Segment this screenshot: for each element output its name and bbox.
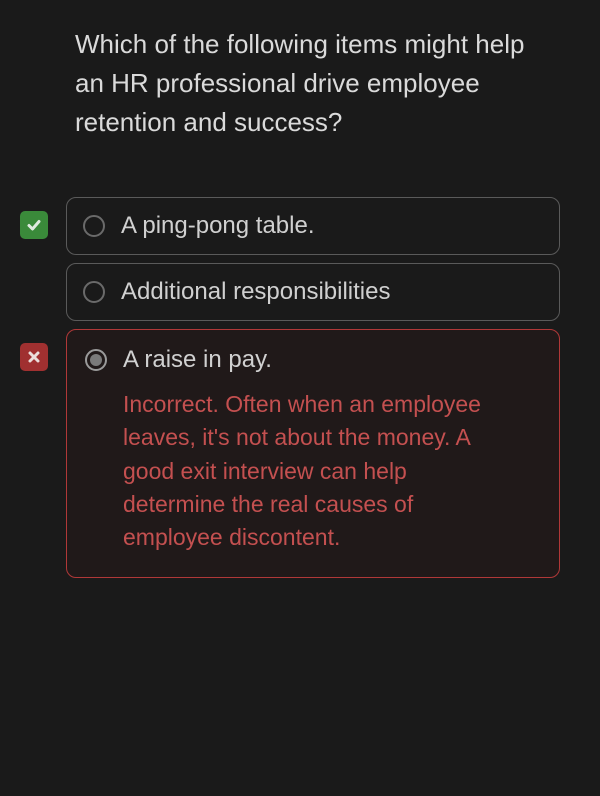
- option-2[interactable]: A raise in pay. Incorrect. Often when an…: [66, 329, 560, 578]
- question-text: Which of the following items might help …: [20, 20, 560, 142]
- option-row-2: A raise in pay. Incorrect. Often when an…: [20, 329, 560, 578]
- indicator-correct: [20, 211, 48, 239]
- option-label: A ping-pong table.: [121, 212, 315, 240]
- option-label: A raise in pay.: [123, 346, 272, 374]
- radio-checked-icon: [85, 349, 107, 371]
- option-1[interactable]: Additional responsibilities: [66, 263, 560, 321]
- option-label: Additional responsibilities: [121, 278, 390, 306]
- option-row-0: A ping-pong table.: [20, 197, 560, 255]
- option-row-1: Additional responsibilities: [20, 263, 560, 321]
- x-icon: [26, 349, 42, 365]
- indicator-incorrect: [20, 343, 48, 371]
- feedback-text: Incorrect. Often when an employee leaves…: [123, 388, 541, 555]
- option-0[interactable]: A ping-pong table.: [66, 197, 560, 255]
- checkmark-icon: [26, 217, 42, 233]
- radio-unchecked-icon: [83, 281, 105, 303]
- radio-unchecked-icon: [83, 215, 105, 237]
